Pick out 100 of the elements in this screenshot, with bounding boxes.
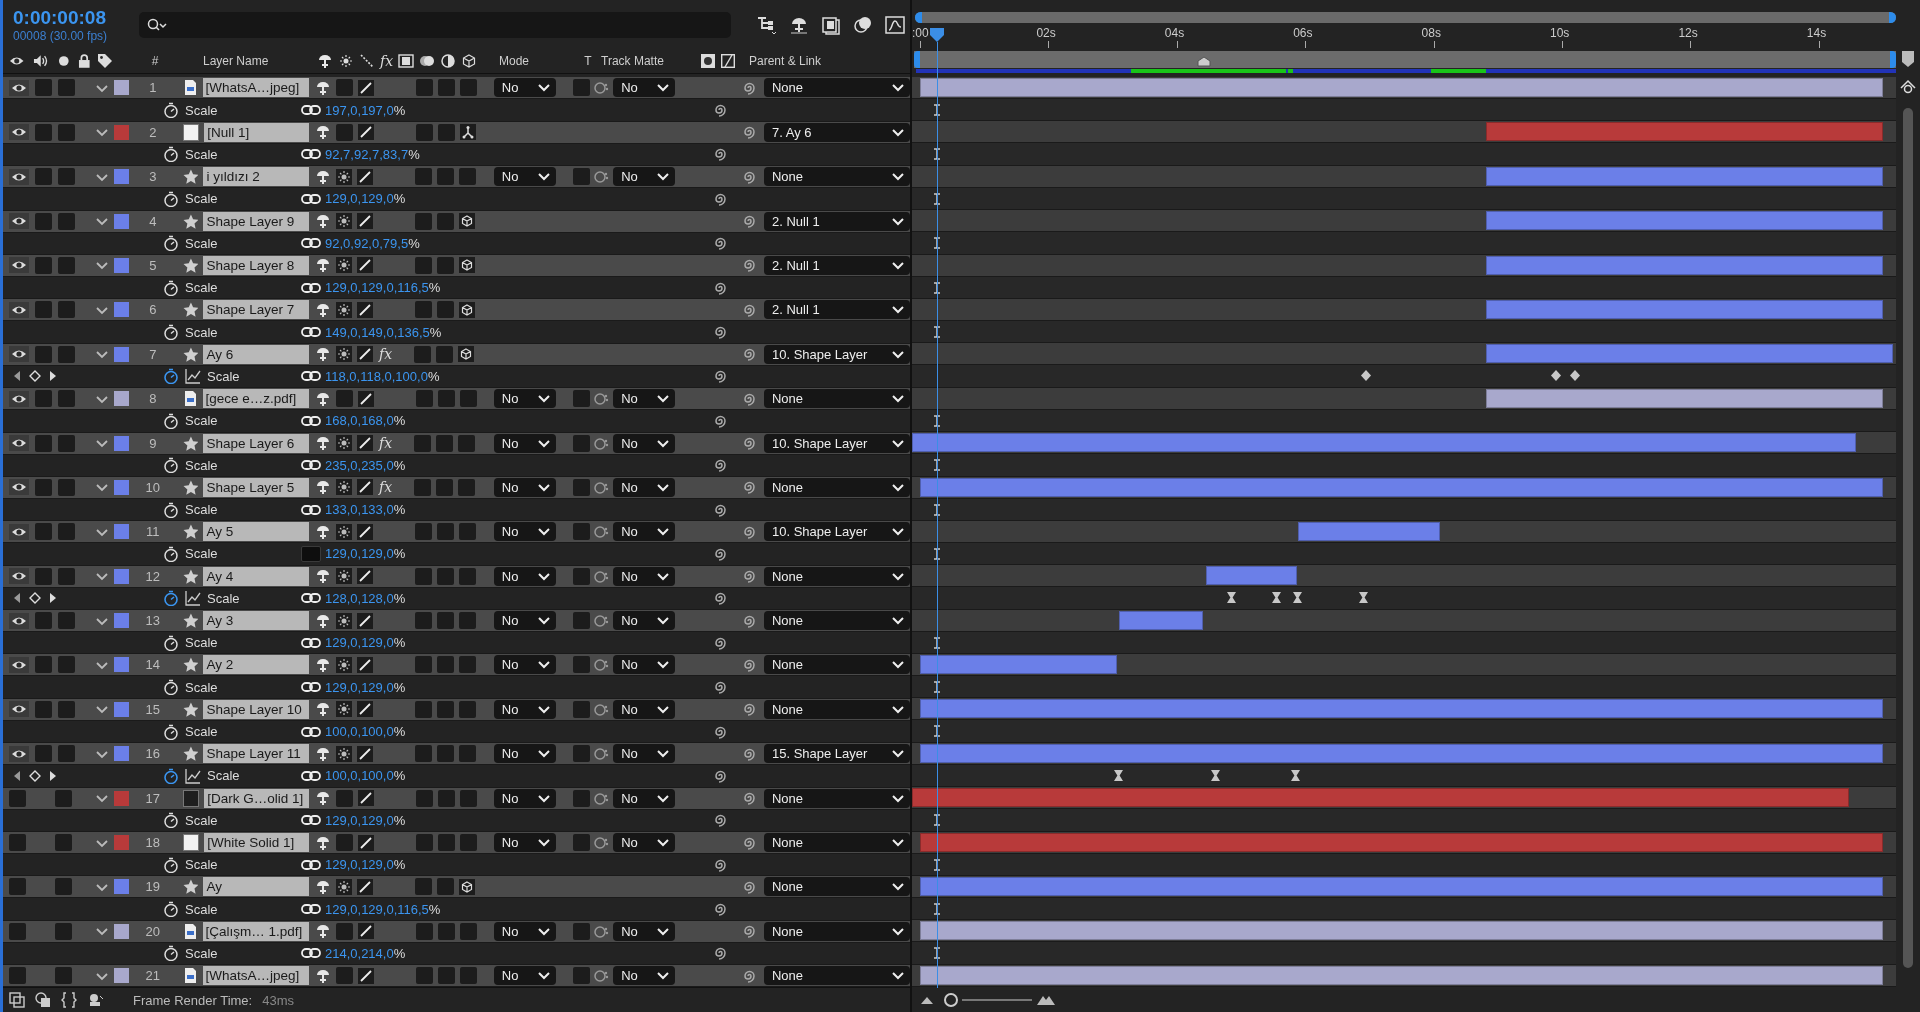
mode-dropdown[interactable]: No xyxy=(493,78,556,98)
sun-icon[interactable] xyxy=(335,701,352,718)
matte-icon[interactable] xyxy=(594,391,610,407)
marker-icon[interactable] xyxy=(1197,56,1212,67)
sun-icon[interactable] xyxy=(335,656,352,673)
parent-dropdown[interactable]: 2. Null 1 xyxy=(764,211,910,231)
transfer-controls-icon[interactable] xyxy=(35,992,51,1009)
layer-bar[interactable] xyxy=(920,655,1118,675)
property-value[interactable]: 129,0,129,0,116,5% xyxy=(325,901,441,917)
parent-dropdown[interactable]: None xyxy=(764,921,910,941)
sun-icon[interactable] xyxy=(338,53,354,70)
caret-icon[interactable] xyxy=(95,526,108,537)
label-color[interactable] xyxy=(113,568,129,584)
track-matte-dropdown[interactable]: No xyxy=(613,966,676,986)
matte-icon[interactable] xyxy=(594,790,610,806)
matte-icon[interactable] xyxy=(594,657,610,673)
mode-dropdown[interactable]: No xyxy=(493,966,556,986)
layer-bar[interactable] xyxy=(920,877,1883,897)
label-color[interactable] xyxy=(113,479,129,495)
switch-box[interactable] xyxy=(437,834,455,851)
cube-icon[interactable] xyxy=(461,53,478,70)
brackets-icon[interactable] xyxy=(61,992,77,1009)
stopwatch-icon[interactable] xyxy=(163,190,179,207)
property-value[interactable]: 92,0,92,0,79,5% xyxy=(325,235,420,251)
parent-dropdown[interactable]: 7. Ay 6 xyxy=(764,122,910,142)
shy-icon[interactable] xyxy=(314,834,331,851)
layer-bar[interactable] xyxy=(920,743,1883,763)
label-color[interactable] xyxy=(113,80,129,96)
quality-icon[interactable] xyxy=(357,390,374,407)
matte-icon[interactable] xyxy=(594,169,610,185)
layer-name[interactable]: [WhatsA…jpeg] xyxy=(202,78,309,98)
layer-bar[interactable] xyxy=(920,965,1883,985)
sun-icon[interactable] xyxy=(335,346,352,363)
switch-box[interactable] xyxy=(436,301,454,319)
track-matte-dropdown[interactable]: No xyxy=(613,167,676,187)
switch-box[interactable] xyxy=(414,745,432,763)
switch-box[interactable] xyxy=(415,967,433,985)
switch-box[interactable] xyxy=(436,656,454,674)
quality-icon[interactable] xyxy=(356,656,373,673)
track-matte-dropdown[interactable]: No xyxy=(613,744,676,764)
switch-box[interactable] xyxy=(436,567,454,585)
property-value[interactable]: 100,0,100,0% xyxy=(325,724,406,740)
parent-dropdown[interactable]: None xyxy=(764,833,910,852)
parent-dropdown[interactable]: 2. Null 1 xyxy=(764,255,910,275)
caret-icon[interactable] xyxy=(95,704,108,715)
graph-icon[interactable] xyxy=(185,368,201,385)
speaker-icon[interactable] xyxy=(33,54,49,69)
parent-dropdown[interactable]: None xyxy=(764,566,910,586)
layer-switches-icon[interactable] xyxy=(9,992,25,1009)
playhead-handle[interactable] xyxy=(930,28,945,42)
quality-icon[interactable] xyxy=(357,790,374,807)
quality-icon[interactable] xyxy=(356,168,373,185)
matte-icon[interactable] xyxy=(594,80,610,96)
shy-icon[interactable] xyxy=(314,790,331,807)
switch-box[interactable] xyxy=(415,390,433,408)
caret-icon[interactable] xyxy=(95,393,108,404)
comp-button-icon[interactable] xyxy=(1899,78,1917,94)
shy-icon[interactable] xyxy=(314,923,331,940)
label-color[interactable] xyxy=(113,435,129,451)
adjustment-icon[interactable] xyxy=(440,53,457,70)
track-matte-dropdown[interactable]: No xyxy=(613,611,676,631)
cube-icon[interactable] xyxy=(458,301,475,318)
label-color[interactable] xyxy=(113,524,129,540)
track-matte-dropdown[interactable]: No xyxy=(613,477,676,497)
track-matte-dropdown[interactable]: No xyxy=(613,699,676,719)
quality-icon[interactable] xyxy=(357,967,374,984)
zoom-slider-handle[interactable] xyxy=(944,993,958,1007)
layer-name[interactable]: Ay xyxy=(203,877,309,897)
shy-icon[interactable] xyxy=(314,878,331,895)
previous-keyframe-icon[interactable] xyxy=(13,592,21,605)
parent-dropdown[interactable]: None xyxy=(764,877,910,897)
shy-icon[interactable] xyxy=(314,701,331,718)
layer-name[interactable]: Shape Layer 5 xyxy=(203,477,309,497)
layer-name[interactable]: Ay 6 xyxy=(203,344,309,364)
switch-box[interactable] xyxy=(437,967,455,985)
layer-name[interactable]: [gece e…z.pdf] xyxy=(202,389,309,409)
track-matte-dropdown[interactable]: No xyxy=(613,522,676,542)
shy-icon[interactable] xyxy=(314,523,331,540)
switch-box[interactable] xyxy=(414,700,432,718)
matte-icon[interactable] xyxy=(594,968,610,984)
comp-marker-icon[interactable] xyxy=(1901,50,1915,68)
caret-icon[interactable] xyxy=(95,82,108,93)
caret-icon[interactable] xyxy=(95,216,108,227)
switch-box[interactable] xyxy=(413,345,431,363)
shy-icon[interactable] xyxy=(314,390,331,407)
keyframe-icon[interactable] xyxy=(1360,370,1371,382)
quality-icon[interactable] xyxy=(356,346,373,363)
shy-icon[interactable] xyxy=(314,745,331,762)
layer-bar[interactable] xyxy=(1486,388,1883,408)
switch-box[interactable] xyxy=(436,256,454,274)
switch-box[interactable] xyxy=(436,212,454,230)
shy-icon[interactable] xyxy=(314,568,331,585)
property-value[interactable]: 214,0,214,0% xyxy=(325,946,406,961)
label-color[interactable] xyxy=(113,302,129,318)
solo-icon[interactable] xyxy=(57,55,70,68)
caret-icon[interactable] xyxy=(95,837,108,848)
property-value[interactable]: 129,0,129,0% xyxy=(325,679,406,695)
switch-box[interactable] xyxy=(335,967,353,985)
layer-name[interactable]: Shape Layer 6 xyxy=(203,433,309,453)
label-color[interactable] xyxy=(113,701,129,717)
